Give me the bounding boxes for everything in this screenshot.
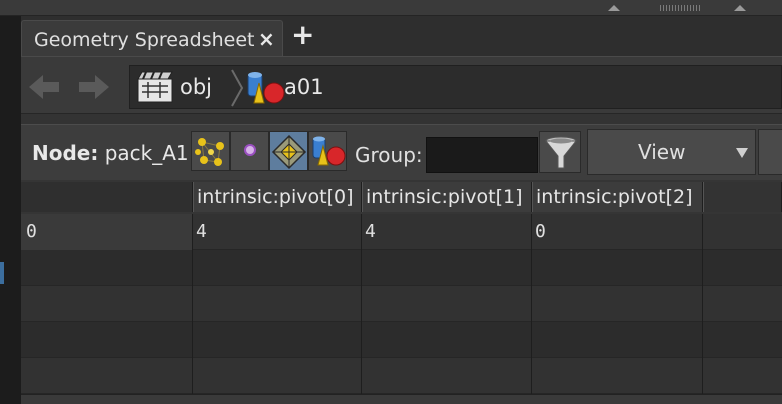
forward-arrow-icon[interactable] <box>77 73 111 101</box>
table-row-empty <box>21 250 782 286</box>
column-header[interactable]: intrinsic:pivot[1] <box>362 182 532 212</box>
left-edge <box>0 16 21 404</box>
primitives-icon <box>271 134 307 170</box>
breadcrumb-separator-icon <box>231 69 244 107</box>
funnel-icon <box>544 136 578 169</box>
pane-grip[interactable] <box>660 5 700 11</box>
spreadsheet-table: intrinsic:pivot[0] intrinsic:pivot[1] in… <box>21 180 782 404</box>
table-row[interactable]: 0 4 4 0 <box>21 214 782 250</box>
group-input[interactable] <box>426 137 538 173</box>
node-toolbar: Node: pack_A1 Group: View <box>21 124 782 180</box>
breadcrumb-item-obj[interactable]: obj <box>180 75 212 99</box>
table-cell[interactable]: 4 <box>362 214 376 250</box>
column-divider <box>531 214 532 404</box>
empty-header <box>703 182 782 212</box>
table-row-empty <box>21 358 782 394</box>
geometry-node-icon <box>247 72 285 104</box>
close-tab-icon[interactable]: × <box>258 27 275 51</box>
back-arrow-icon[interactable] <box>27 73 61 101</box>
node-name: pack_A1 <box>104 141 189 165</box>
collapse-up-icon[interactable] <box>608 5 620 11</box>
tab-geometry-spreadsheet[interactable]: Geometry Spreadsheet × <box>21 20 283 56</box>
node-prefix: Node: <box>32 141 99 165</box>
left-edge-highlight <box>0 262 4 284</box>
tab-title: Geometry Spreadsheet <box>34 29 255 51</box>
path-bar: obj a01 <box>21 56 782 114</box>
group-label: Group: <box>355 143 423 167</box>
vertices-button[interactable] <box>230 131 269 171</box>
row-index: 0 <box>26 221 37 242</box>
breadcrumb-item-a01[interactable]: a01 <box>284 75 324 99</box>
table-cell[interactable]: 0 <box>532 214 546 250</box>
column-header[interactable]: intrinsic:pivot[2] <box>532 182 703 212</box>
geometry-spreadsheet-panel: Geometry Spreadsheet × + obj a01 Node: p… <box>21 16 782 404</box>
filter-button[interactable] <box>539 131 581 173</box>
view-label: View <box>638 140 686 164</box>
column-divider <box>702 214 703 404</box>
detail-icon <box>312 136 346 166</box>
row-index-cell <box>21 214 192 250</box>
detail-button[interactable] <box>308 131 347 171</box>
points-button[interactable] <box>191 131 230 171</box>
tab-bar: Geometry Spreadsheet × + <box>21 16 782 56</box>
chevron-down-icon <box>736 148 748 158</box>
column-divider <box>192 214 193 404</box>
table-row-empty <box>21 322 782 358</box>
node-label: Node: pack_A1 <box>32 141 189 165</box>
points-icon <box>195 138 224 166</box>
table-row-empty <box>21 286 782 322</box>
overflow-button[interactable] <box>758 129 782 175</box>
breadcrumb: obj a01 <box>129 65 782 109</box>
primitives-button[interactable] <box>269 131 308 171</box>
vertices-icon <box>244 144 256 156</box>
maximize-up-icon[interactable] <box>734 5 746 11</box>
obj-network-icon <box>137 71 173 103</box>
top-strip <box>0 0 782 16</box>
bottom-edge <box>21 394 782 404</box>
column-header[interactable]: intrinsic:pivot[0] <box>193 182 362 212</box>
view-dropdown[interactable]: View <box>587 129 756 175</box>
table-cell[interactable]: 4 <box>193 214 207 250</box>
index-header <box>21 182 193 212</box>
add-tab-icon[interactable]: + <box>291 18 314 51</box>
table-header: intrinsic:pivot[0] intrinsic:pivot[1] in… <box>21 180 782 214</box>
column-divider <box>361 214 362 404</box>
